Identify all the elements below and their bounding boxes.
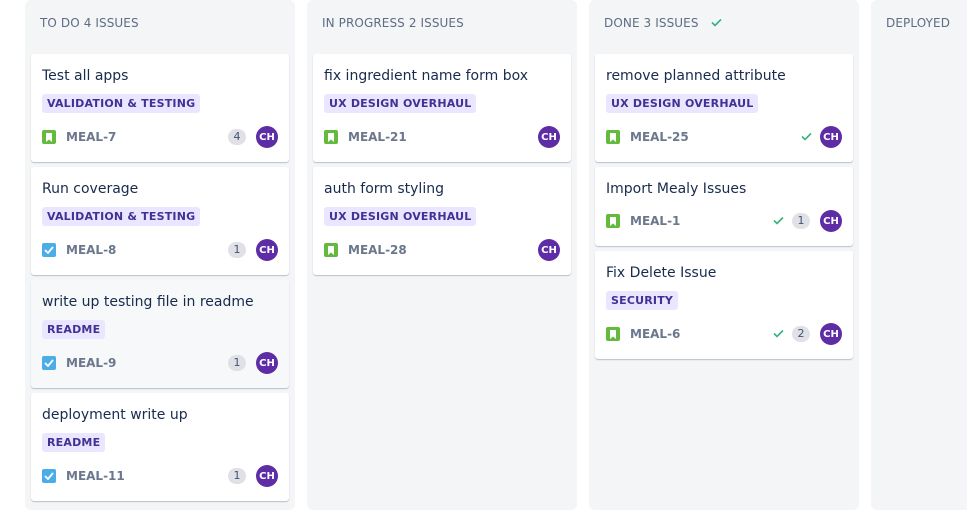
assignee-avatar[interactable]: CH <box>256 352 278 374</box>
subtask-count-badge: 1 <box>228 242 246 258</box>
subtask-count-badge: 1 <box>792 213 810 229</box>
checkmark-icon <box>773 214 784 228</box>
issue-title: deployment write up <box>42 407 188 423</box>
column-title: Deployed <box>886 16 951 30</box>
issue-key: MEAL-25 <box>630 130 689 144</box>
epic-label: UX DESIGN OVERHAUL <box>606 94 759 113</box>
column-deployed: Deployed <box>871 0 967 510</box>
epic-label: README <box>42 320 106 339</box>
issue-key: MEAL-6 <box>630 327 681 341</box>
column-in-progress: In Progress 2 issues fix ingredient name… <box>307 0 577 510</box>
checkmark-icon <box>801 130 812 144</box>
issue-title: auth form styling <box>324 181 444 197</box>
issue-key: MEAL-8 <box>66 243 117 257</box>
subtask-count-badge: 4 <box>228 129 246 145</box>
issue-key: MEAL-28 <box>348 243 407 257</box>
checkmark-icon <box>773 327 784 341</box>
assignee-avatar[interactable]: CH <box>820 210 842 232</box>
column-header: Done 3 issues <box>589 0 859 46</box>
issue-title: remove planned attribute <box>606 68 786 84</box>
epic-label: VALIDATION & TESTING <box>42 207 201 226</box>
bookmark-icon <box>42 130 56 144</box>
assignee-avatar[interactable]: CH <box>256 239 278 261</box>
issue-title: write up testing file in readme <box>42 294 254 310</box>
issue-card[interactable]: fix ingredient name form box UX DESIGN O… <box>313 54 571 162</box>
column-header: In Progress 2 issues <box>307 0 577 46</box>
subtask-count-badge: 2 <box>792 326 810 342</box>
issue-card[interactable]: write up testing file in readme README M… <box>31 280 289 388</box>
issue-key: MEAL-21 <box>348 130 407 144</box>
assignee-avatar[interactable]: CH <box>820 323 842 345</box>
subtask-count-badge: 1 <box>228 355 246 371</box>
subtask-count-badge: 1 <box>228 468 246 484</box>
column-todo: To Do 4 issues Test all apps VALIDATION … <box>25 0 295 510</box>
column-title: To Do 4 issues <box>40 16 139 30</box>
epic-label: README <box>42 433 106 452</box>
checkbox-icon <box>42 243 56 257</box>
epic-label: UX DESIGN OVERHAUL <box>324 94 477 113</box>
issue-card[interactable]: Fix Delete Issue SECURITY MEAL-6 2 CH <box>595 251 853 359</box>
checkbox-icon <box>42 356 56 370</box>
issue-key: MEAL-9 <box>66 356 117 370</box>
issue-card[interactable]: deployment write up README MEAL-11 1 CH <box>31 393 289 501</box>
column-header: Deployed <box>871 0 967 46</box>
epic-label: SECURITY <box>606 291 679 310</box>
assignee-avatar[interactable]: CH <box>538 239 560 261</box>
issue-title: fix ingredient name form box <box>324 68 529 84</box>
epic-label: VALIDATION & TESTING <box>42 94 201 113</box>
issue-card[interactable]: remove planned attribute UX DESIGN OVERH… <box>595 54 853 162</box>
bookmark-icon <box>606 214 620 228</box>
issue-key: MEAL-7 <box>66 130 117 144</box>
column-title: Done 3 issues <box>604 16 699 30</box>
bookmark-icon <box>606 327 620 341</box>
issue-key: MEAL-1 <box>630 214 681 228</box>
column-header: To Do 4 issues <box>25 0 295 46</box>
epic-label: UX DESIGN OVERHAUL <box>324 207 477 226</box>
issue-title: Test all apps <box>42 68 129 84</box>
checkbox-icon <box>42 469 56 483</box>
assignee-avatar[interactable]: CH <box>256 465 278 487</box>
issue-key: MEAL-11 <box>66 469 125 483</box>
bookmark-icon <box>324 130 338 144</box>
bookmark-icon <box>324 243 338 257</box>
issue-card[interactable]: Import Mealy Issues MEAL-1 1 CH <box>595 167 853 246</box>
issue-card[interactable]: Test all apps VALIDATION & TESTING MEAL-… <box>31 54 289 162</box>
issue-title: Fix Delete Issue <box>606 265 717 281</box>
issue-card[interactable]: auth form styling UX DESIGN OVERHAUL MEA… <box>313 167 571 275</box>
checkmark-icon <box>711 16 722 30</box>
issue-title: Run coverage <box>42 181 139 197</box>
issue-card[interactable]: Run coverage VALIDATION & TESTING MEAL-8… <box>31 167 289 275</box>
column-done: Done 3 issues remove planned attribute U… <box>589 0 859 510</box>
assignee-avatar[interactable]: CH <box>820 126 842 148</box>
bookmark-icon <box>606 130 620 144</box>
assignee-avatar[interactable]: CH <box>256 126 278 148</box>
kanban-board: To Do 4 issues Test all apps VALIDATION … <box>0 0 967 519</box>
column-title: In Progress 2 issues <box>322 16 464 30</box>
assignee-avatar[interactable]: CH <box>538 126 560 148</box>
issue-title: Import Mealy Issues <box>606 181 747 197</box>
